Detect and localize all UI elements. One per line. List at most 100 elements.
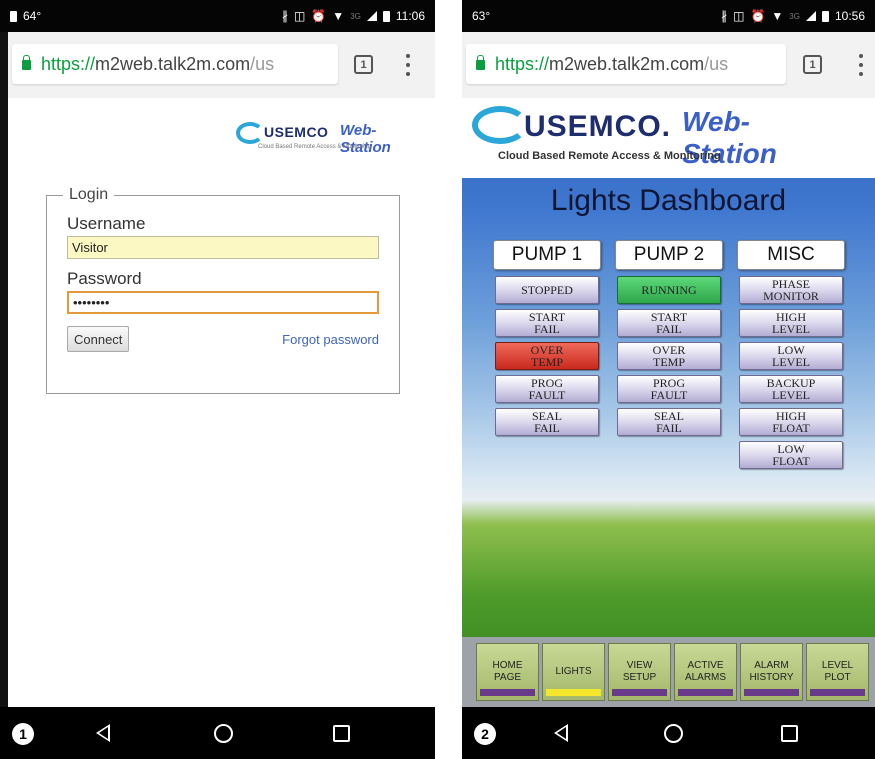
username-field[interactable] <box>67 236 379 259</box>
status-indicator[interactable]: PROG FAULT <box>617 375 721 403</box>
dashboard-header: USEMCO. Web-Station Cloud Based Remote A… <box>462 98 875 178</box>
nav-tab-label: VIEW <box>626 660 653 671</box>
wifi-icon: ▼ <box>771 9 784 23</box>
password-field[interactable] <box>67 291 379 314</box>
browser-toolbar: https:// m2web.talk2m.com /us 1 <box>462 32 875 98</box>
brand-logo: USEMCO Web-Station Cloud Based Remote Ac… <box>236 122 406 162</box>
forgot-password-link[interactable]: Forgot password <box>282 332 379 347</box>
url-scheme: https:// <box>495 53 550 74</box>
password-label: Password <box>67 269 142 288</box>
home-icon[interactable] <box>214 724 233 743</box>
figure-badge: 1 <box>12 723 34 745</box>
column-header: MISC <box>737 240 845 270</box>
brand-tagline: Cloud Based Remote Access & Monitoring <box>498 150 721 162</box>
status-indicator[interactable]: LOW LEVEL <box>739 342 843 370</box>
brand-webstation: Web-Station <box>340 122 391 156</box>
url-field[interactable]: https:// m2web.talk2m.com /us <box>12 44 338 84</box>
column-header: PUMP 1 <box>493 240 601 270</box>
nav-tab-label: SETUP <box>622 672 657 683</box>
recent-apps-icon[interactable] <box>781 725 798 742</box>
status-indicator[interactable]: PROG FAULT <box>495 375 599 403</box>
tabs-icon[interactable]: 1 <box>354 55 373 74</box>
nav-tab-label: ACTIVE <box>687 660 724 671</box>
url-host: m2web.talk2m.com <box>549 53 705 74</box>
nav-tab-indicator <box>678 689 733 696</box>
phone-login-screen: 64° ∦ ◫ ⏰ ▼ 3G 11:06 https:// m2web.talk… <box>0 0 435 759</box>
nav-tab[interactable]: LIGHTS <box>542 643 605 701</box>
page-title: Lights Dashboard <box>550 184 787 217</box>
back-icon[interactable] <box>554 724 568 742</box>
clock-label: 10:56 <box>834 9 865 23</box>
nav-tab[interactable]: HOME PAGE <box>476 643 539 701</box>
back-icon[interactable] <box>96 724 110 742</box>
phone-dashboard-screen: 63° ∦ ◫ ⏰ ▼ 3G 10:56 https:// m2web.talk… <box>462 0 875 759</box>
brand-logo: USEMCO. Web-Station Cloud Based Remote A… <box>472 102 832 172</box>
clock-label: 11:06 <box>395 9 425 23</box>
alarm-icon: ⏰ <box>750 9 766 23</box>
url-scheme: https:// <box>41 53 96 74</box>
android-nav-bar: 2 <box>462 707 875 759</box>
status-bar: 63° ∦ ◫ ⏰ ▼ 3G 10:56 <box>462 0 875 32</box>
browser-toolbar: https:// m2web.talk2m.com /us 1 <box>8 32 435 98</box>
signal-icon <box>366 11 377 21</box>
network-type-label: 3G <box>789 11 800 21</box>
status-indicator[interactable]: BACKUP LEVEL <box>739 375 843 403</box>
signal-icon <box>805 11 816 21</box>
nav-tab-label: HISTORY <box>749 672 794 683</box>
temperature-label: 63° <box>472 9 491 23</box>
nav-tab[interactable]: LEVEL PLOT <box>806 643 869 701</box>
status-indicator[interactable]: OVER TEMP <box>617 342 721 370</box>
vibrate-icon: ◫ <box>733 9 745 23</box>
network-type-label: 3G <box>350 11 361 21</box>
nav-tab-indicator <box>612 689 667 696</box>
brand-name: USEMCO. <box>524 110 672 143</box>
nav-tab-label: HOME <box>492 660 523 671</box>
tabs-icon[interactable]: 1 <box>803 55 822 74</box>
status-indicator[interactable]: HIGH LEVEL <box>739 309 843 337</box>
bluetooth-icon: ∦ <box>282 9 288 23</box>
swoosh-logo-icon <box>236 122 264 144</box>
url-field[interactable]: https:// m2web.talk2m.com /us <box>466 44 786 84</box>
status-indicator[interactable]: STOPPED <box>495 276 599 304</box>
connect-button[interactable]: Connect <box>67 326 130 352</box>
figure-badge: 2 <box>474 723 496 745</box>
status-indicator[interactable]: RUNNING <box>617 276 721 304</box>
swoosh-logo-icon <box>472 106 528 144</box>
nav-tab-label: PAGE <box>493 672 522 683</box>
url-path: /us <box>704 53 729 74</box>
nav-tab-indicator <box>810 689 865 696</box>
home-icon[interactable] <box>664 724 683 743</box>
login-form: Login Username Password Connect Forgot p… <box>46 186 400 394</box>
nav-tab[interactable]: ACTIVE ALARMS <box>674 643 737 701</box>
nav-tab-indicator <box>744 689 799 696</box>
alarm-icon: ⏰ <box>311 9 327 23</box>
brand-tagline: Cloud Based Remote Access & Monitoring <box>258 144 372 150</box>
nav-tab-label: LEVEL <box>821 660 854 671</box>
status-indicator[interactable]: PHASE MONITOR <box>739 276 843 304</box>
brand-name: USEMCO <box>264 124 329 140</box>
dashboard-page: USEMCO. Web-Station Cloud Based Remote A… <box>462 98 875 707</box>
status-indicator[interactable]: SEAL FAIL <box>617 408 721 436</box>
status-indicator[interactable]: HIGH FLOAT <box>739 408 843 436</box>
status-indicator[interactable]: OVER TEMP <box>495 342 599 370</box>
url-path: /us <box>250 53 275 74</box>
dashboard-nav: HOME PAGE LIGHTS VIEW SETUP ACTIVE ALARMS ALARM… <box>462 637 875 707</box>
temperature-label: 64° <box>23 9 42 23</box>
android-nav-bar: 1 <box>0 707 435 759</box>
status-indicator[interactable]: SEAL FAIL <box>495 408 599 436</box>
username-label: Username <box>67 214 146 233</box>
recent-apps-icon[interactable] <box>333 725 350 742</box>
status-bar: 64° ∦ ◫ ⏰ ▼ 3G 11:06 <box>0 0 435 32</box>
nav-tab-indicator <box>546 689 601 696</box>
overflow-menu-icon[interactable] <box>406 54 410 76</box>
nav-tab[interactable]: VIEW SETUP <box>608 643 671 701</box>
nav-tab[interactable]: ALARM HISTORY <box>740 643 803 701</box>
nav-tab-indicator <box>480 689 535 696</box>
nav-tab-label: LIGHTS <box>555 666 592 677</box>
lock-icon <box>476 55 485 70</box>
status-indicator[interactable]: START FAIL <box>495 309 599 337</box>
nav-tab-label: ALARM <box>754 660 789 671</box>
status-indicator[interactable]: START FAIL <box>617 309 721 337</box>
overflow-menu-icon[interactable] <box>859 54 863 76</box>
status-indicator[interactable]: LOW FLOAT <box>739 441 843 469</box>
